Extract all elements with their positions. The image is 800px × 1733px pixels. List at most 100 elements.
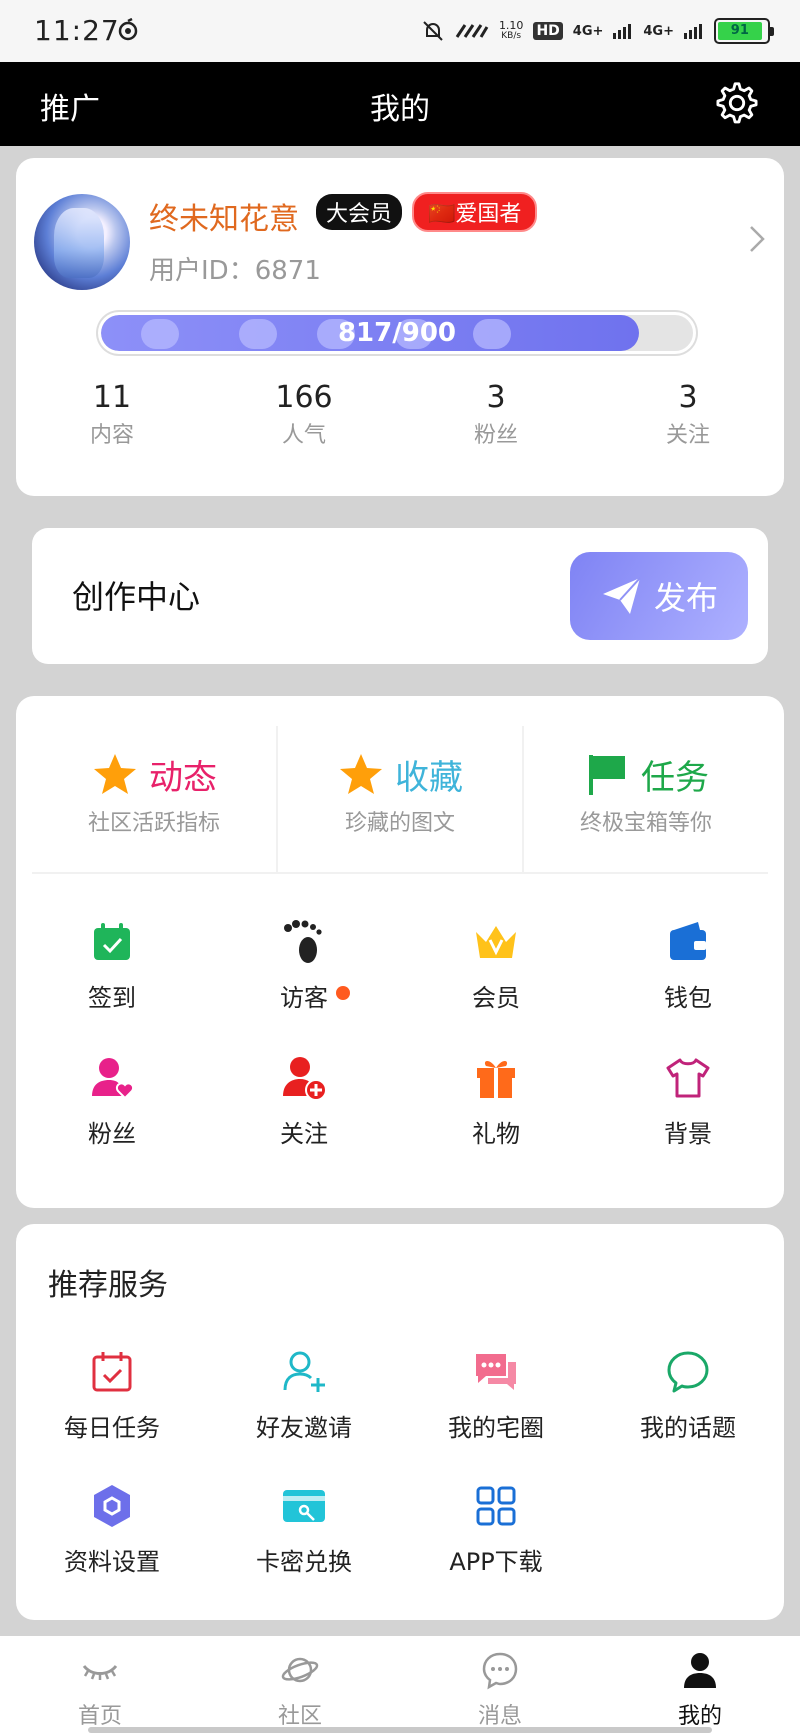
quick-grid-row-1: 签到 访客 会员 钱包 [16,918,784,1013]
home-indicator [88,1727,712,1733]
username: 终未知花意 [149,202,299,237]
services-row-2: 资料设置 卡密兑换 APP下载 [16,1482,784,1577]
grid-label: 关注 [280,1120,328,1148]
nav-home[interactable]: 首页 [0,1636,200,1733]
battery-icon: 91 [714,18,774,44]
tshirt-icon [666,1058,710,1098]
publish-button[interactable]: 发布 [570,552,748,640]
feature-favorites[interactable]: 收藏 珍藏的图文 [278,726,524,872]
calendar-task-icon [92,1352,132,1392]
user-add-icon [283,1057,327,1101]
profile-card[interactable]: 终未知花意 大会员 🇨🇳爱国者 用户ID：6871 817/900 11 内容 … [16,158,784,496]
chat-bubbles-icon [476,1354,516,1390]
nav-community[interactable]: 社区 [200,1636,400,1733]
card-key-icon [283,1490,325,1522]
grid-label: 签到 [88,984,136,1012]
feature-title: 收藏 [395,758,463,798]
nav-messages[interactable]: 消息 [400,1636,600,1733]
gear-icon[interactable] [714,80,760,126]
nav-mine[interactable]: 我的 [600,1636,800,1733]
service-profile-settings[interactable]: 资料设置 [16,1482,208,1577]
nav-label: 我的 [677,1704,722,1729]
grid-item-visitors[interactable]: 访客 [208,918,400,1013]
user-heart-icon [92,1058,135,1100]
services-title: 推荐服务 [48,1268,168,1303]
grid-item-following[interactable]: 关注 [208,1054,400,1149]
net-speed: 1.10 KB/s [498,19,524,41]
grid-label: 我的话题 [640,1414,736,1442]
message-icon [482,1652,518,1690]
hd-badge: HD [533,22,563,40]
paper-plane-icon [602,577,641,614]
stat-value: 166 [275,380,333,415]
footprint-icon [284,920,322,963]
person-icon [684,1653,716,1688]
empty-slot [592,1482,784,1577]
grid-apps-icon [476,1486,516,1526]
grid-label: APP下载 [449,1548,543,1576]
chevron-right-icon[interactable] [748,224,766,254]
top-header: 推广 我的 [0,62,800,146]
grid-item-fans[interactable]: 粉丝 [16,1054,208,1149]
grid-label: 会员 [472,984,520,1012]
invite-user-icon [283,1351,325,1392]
grid-item-checkin[interactable]: 签到 [16,918,208,1013]
creation-center-title: 创作中心 [72,578,201,616]
flag-icon [589,754,625,795]
grid-label: 访客 [280,978,350,1013]
feature-title: 任务 [641,758,709,798]
stat-value: 3 [486,380,506,415]
eye-lashes-icon [82,1664,118,1680]
nav-label: 消息 [477,1704,522,1729]
feature-dynamics[interactable]: 动态 社区活跃指标 [32,726,278,872]
vibrate-icon [455,24,489,38]
new-visitor-dot [336,986,350,1000]
stats-row: 11 内容 166 人气 3 粉丝 3 关注 [16,380,784,449]
stat-label: 粉丝 [473,423,518,448]
features-card: 动态 社区活跃指标 收藏 珍藏的图文 任务 终极宝箱等你 签到 访客 会员 钱包… [16,696,784,1208]
grid-item-background[interactable]: 背景 [592,1054,784,1149]
grid-item-wallet[interactable]: 钱包 [592,918,784,1013]
quick-grid-row-2: 粉丝 关注 礼物 背景 [16,1054,784,1149]
crown-icon [476,926,516,958]
service-card-redeem[interactable]: 卡密兑换 [208,1482,400,1577]
stat-fans[interactable]: 3 粉丝 [400,380,592,449]
feature-subtitle: 终极宝箱等你 [579,811,712,836]
services-row-1: 每日任务 好友邀请 我的宅圈 我的话题 [16,1348,784,1443]
nav-label: 首页 [77,1704,122,1729]
wallet-icon [670,922,706,960]
stat-following[interactable]: 3 关注 [592,380,784,449]
service-my-circle[interactable]: 我的宅圈 [400,1348,592,1443]
stat-popularity[interactable]: 166 人气 [208,380,400,449]
feature-subtitle: 珍藏的图文 [344,811,455,836]
service-daily-tasks[interactable]: 每日任务 [16,1348,208,1443]
grid-label: 资料设置 [64,1548,160,1576]
gift-icon [477,1061,515,1098]
chat-circle-icon [667,1351,709,1393]
grid-label: 好友邀请 [256,1414,352,1442]
grid-item-gifts[interactable]: 礼物 [400,1054,592,1149]
stat-label: 关注 [665,423,710,448]
avatar[interactable] [34,194,130,290]
signal-bars-icon [684,24,702,39]
signal-2: 4G+ [643,23,674,39]
star-icon [94,753,136,794]
grid-label: 卡密兑换 [256,1548,352,1576]
grid-label: 礼物 [472,1120,520,1148]
grid-label: 我的宅圈 [448,1414,544,1442]
grid-item-membership[interactable]: 会员 [400,918,592,1013]
creation-center-card: 创作中心 发布 [32,528,768,664]
battery-level: 91 [718,22,762,40]
recommended-services-card: 推荐服务 每日任务 好友邀请 我的宅圈 我的话题 资料设置 卡密兑换 APP下载 [16,1224,784,1620]
feature-tasks[interactable]: 任务 终极宝箱等你 [524,726,768,872]
service-app-download[interactable]: APP下载 [400,1482,592,1577]
vip-badge: 大会员 [316,194,403,230]
nav-label: 社区 [277,1704,322,1729]
service-my-topics[interactable]: 我的话题 [592,1348,784,1443]
grid-label: 每日任务 [64,1414,160,1442]
service-invite-friends[interactable]: 好友邀请 [208,1348,400,1443]
signal-bars-icon [613,24,632,39]
experience-text: 817/900 [337,318,457,348]
stat-content[interactable]: 11 内容 [16,380,208,449]
user-id: 用户ID：6871 [149,256,321,286]
